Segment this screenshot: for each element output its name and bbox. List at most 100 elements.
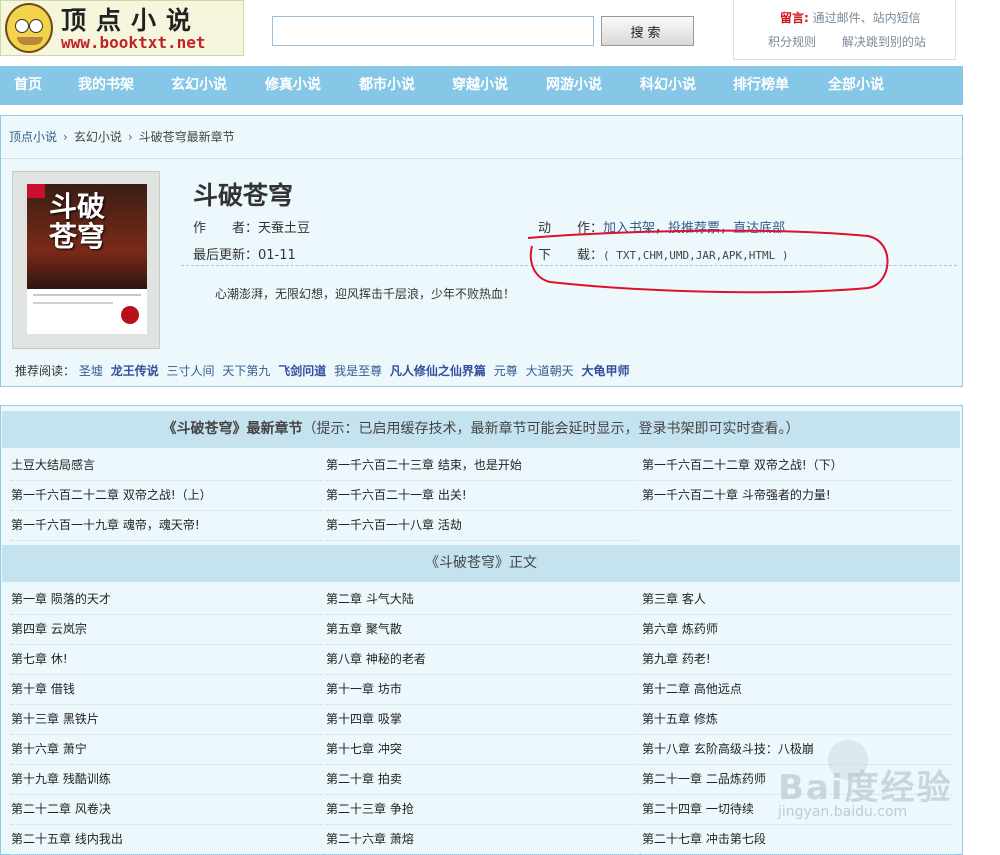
chapter-link[interactable]: 第一千六百二十章 斗帝强者的力量!: [642, 480, 954, 511]
table-row: 第七章 休! 第八章 神秘的老者 第九章 药老!: [2, 644, 954, 675]
table-row: 第四章 云岚宗 第五章 聚气散 第六章 炼药师: [2, 614, 954, 645]
download-line: 下 载：( TXT,CHM,UMD,JAR,APK,HTML ): [538, 244, 788, 263]
nav-xuanhuan[interactable]: 玄幻小说: [171, 66, 227, 105]
add-to-bookshelf-link[interactable]: 加入书架: [603, 221, 655, 236]
chapter-link[interactable]: 第四章 云岚宗: [11, 614, 323, 645]
chapter-link[interactable]: 第五章 聚气散: [326, 614, 638, 645]
chapter-link[interactable]: 第二十二章 风卷决: [11, 794, 323, 825]
search-button[interactable]: 搜索: [601, 16, 694, 46]
nav-home[interactable]: 首页: [14, 66, 42, 105]
chapter-link[interactable]: 第一千六百二十二章 双帝之战!（下）: [642, 450, 954, 481]
table-row: 土豆大结局感言 第一千六百二十三章 结束，也是开始 第一千六百二十二章 双帝之战…: [2, 450, 954, 481]
chapter-link[interactable]: 第二十章 拍卖: [326, 764, 638, 795]
watermark-brand: Bai度经验: [778, 768, 953, 808]
chapter-link[interactable]: 第十四章 吸掌: [326, 704, 638, 735]
site-logo[interactable]: 顶点小说 www.booktxt.net: [0, 0, 244, 56]
book-intro: 心潮澎湃，无限幻想，迎风挥击千层浪，少年不败热血！: [215, 287, 516, 301]
recommend-link[interactable]: 我是至尊: [334, 364, 382, 378]
nav-dushi[interactable]: 都市小说: [359, 66, 415, 105]
chapter-link[interactable]: 第一章 陨落的天才: [11, 584, 323, 615]
redirect-fix-link[interactable]: 解决跳到别的站: [842, 35, 926, 49]
nav-wangyou[interactable]: 网游小说: [546, 66, 602, 105]
chapter-link[interactable]: 第十三章 黑铁片: [11, 704, 323, 735]
chapter-link[interactable]: 第九章 药老!: [642, 644, 954, 675]
breadcrumb-home[interactable]: 顶点小说: [9, 130, 57, 144]
chapter-link[interactable]: 第三章 客人: [642, 584, 954, 615]
chapter-link[interactable]: 第一千六百一十九章 魂帝，魂天帝!: [11, 510, 323, 541]
main-nav: 首页 我的书架 玄幻小说 修真小说 都市小说 穿越小说 网游小说 科幻小说 排行…: [0, 66, 963, 105]
chapter-link[interactable]: 第一千六百二十一章 出关!: [326, 480, 638, 511]
chapter-link[interactable]: 第十七章 冲突: [326, 734, 638, 765]
message-link[interactable]: 通过邮件、站内短信: [813, 11, 921, 25]
cover-title: 斗破苍穹: [49, 190, 106, 253]
watermark-url: jingyan.baidu.com: [778, 804, 908, 820]
action-separator: ，: [655, 221, 669, 236]
chapter-link[interactable]: 第十六章 萧宁: [11, 734, 323, 765]
book-cover-frame: 斗破苍穹: [12, 171, 160, 349]
recommend-link[interactable]: 龙王传说: [111, 364, 159, 378]
book-title: 斗破苍穹: [193, 181, 294, 210]
recommend-link[interactable]: 圣墟: [79, 364, 103, 378]
chapter-link[interactable]: 第十二章 高他远点: [642, 674, 954, 705]
chapter-link[interactable]: 第二十六章 萧熔: [326, 824, 638, 855]
chapter-link[interactable]: 第一千六百一十八章 活劫: [326, 510, 638, 541]
recommend-link[interactable]: 大道朝天: [526, 364, 574, 378]
nav-bookshelf[interactable]: 我的书架: [78, 66, 134, 105]
chapter-link[interactable]: 第十一章 坊市: [326, 674, 638, 705]
breadcrumb: 顶点小说 › 玄幻小说 › 斗破苍穹最新章节: [1, 116, 962, 159]
breadcrumb-current: 斗破苍穹最新章节: [138, 130, 235, 144]
nav-chuanyue[interactable]: 穿越小说: [452, 66, 508, 105]
nav-xiuzhen[interactable]: 修真小说: [265, 66, 321, 105]
update-date: 01-11: [258, 248, 296, 263]
chapter-link[interactable]: 第二章 斗气大陆: [326, 584, 638, 615]
header: 顶点小说 www.booktxt.net 搜索 留言: 通过邮件、站内短信 积分…: [0, 0, 1000, 66]
points-rules-link[interactable]: 积分规则: [768, 35, 816, 49]
recommend-label: 推荐阅读：: [15, 364, 76, 378]
download-formats[interactable]: ( TXT,CHM,UMD,JAR,APK,HTML ): [603, 249, 788, 262]
nav-all-novels[interactable]: 全部小说: [828, 66, 884, 105]
chapter-link[interactable]: 第二十三章 争抢: [326, 794, 638, 825]
cartoon-face-icon: [5, 3, 53, 53]
go-to-bottom-link[interactable]: 直达底部: [733, 221, 785, 236]
update-label: 最后更新：: [193, 248, 259, 263]
chapter-link[interactable]: 第一千六百二十二章 双帝之战!（上）: [11, 480, 323, 511]
chapter-link[interactable]: 第一千六百二十三章 结束，也是开始: [326, 450, 638, 481]
baidu-watermark: Bai度经验 jingyan.baidu.com: [778, 730, 988, 830]
recommend-link[interactable]: 飞剑问道: [278, 364, 326, 378]
action-separator: ，: [720, 221, 734, 236]
recommend-link[interactable]: 三寸人间: [167, 364, 215, 378]
action-label: 动 作：: [538, 221, 604, 236]
book-cover-image[interactable]: 斗破苍穹: [27, 184, 147, 334]
nav-ranking[interactable]: 排行榜单: [733, 66, 789, 105]
search-input[interactable]: [272, 16, 594, 46]
chapter-link[interactable]: 第十九章 残酷训练: [11, 764, 323, 795]
chapter-link[interactable]: 第十章 借钱: [11, 674, 323, 705]
recommend-link[interactable]: 元尊: [494, 364, 518, 378]
chapter-link[interactable]: 第八章 神秘的老者: [326, 644, 638, 675]
breadcrumb-category[interactable]: 玄幻小说: [74, 130, 122, 144]
chapter-link[interactable]: 第二十五章 线内我出: [11, 824, 323, 855]
author-label: 作 者：: [193, 221, 259, 236]
recommend-link[interactable]: 天下第九: [222, 364, 270, 378]
book-info-panel: 顶点小说 › 玄幻小说 › 斗破苍穹最新章节 斗破苍穹 斗破苍穹 作 者：天蚕土豆 最后…: [0, 115, 963, 387]
recommend-bar: 推荐阅读： 圣墟 龙王传说 三寸人间 天下第九 飞剑问道 我是至尊 凡人修仙之仙…: [15, 362, 633, 379]
vote-recommend-link[interactable]: 投推荐票: [668, 221, 720, 236]
table-row: 第十章 借钱 第十一章 坊市 第十二章 高他远点: [2, 674, 954, 705]
logo-url: www.booktxt.net: [61, 33, 206, 52]
nav-kehuan[interactable]: 科幻小说: [640, 66, 696, 105]
table-row: 第一千六百一十九章 魂帝，魂天帝! 第一千六百一十八章 活劫: [2, 510, 950, 541]
top-links: 留言: 通过邮件、站内短信 积分规则 解决跳到别的站: [733, 0, 956, 60]
recommend-link[interactable]: 凡人修仙之仙界篇: [390, 364, 486, 378]
recommend-link[interactable]: 大龟甲师: [581, 364, 629, 378]
publisher-badge-icon: [27, 184, 45, 198]
chapter-link[interactable]: 土豆大结局感言: [11, 450, 323, 481]
message-label: 留言:: [780, 11, 809, 25]
breadcrumb-separator: ›: [63, 130, 68, 144]
chapter-link[interactable]: 第六章 炼药师: [642, 614, 954, 645]
chapter-link[interactable]: 第七章 休!: [11, 644, 323, 675]
latest-heading-note: （提示：已启用缓存技术，最新章节可能会延时显示，登录书架即可实时查看。）: [302, 421, 800, 437]
table-row: 第一章 陨落的天才 第二章 斗气大陆 第三章 客人: [2, 584, 954, 615]
update-line: 最后更新：01-11: [193, 244, 296, 263]
breadcrumb-separator: ›: [127, 130, 133, 144]
seal-icon: [121, 306, 139, 324]
